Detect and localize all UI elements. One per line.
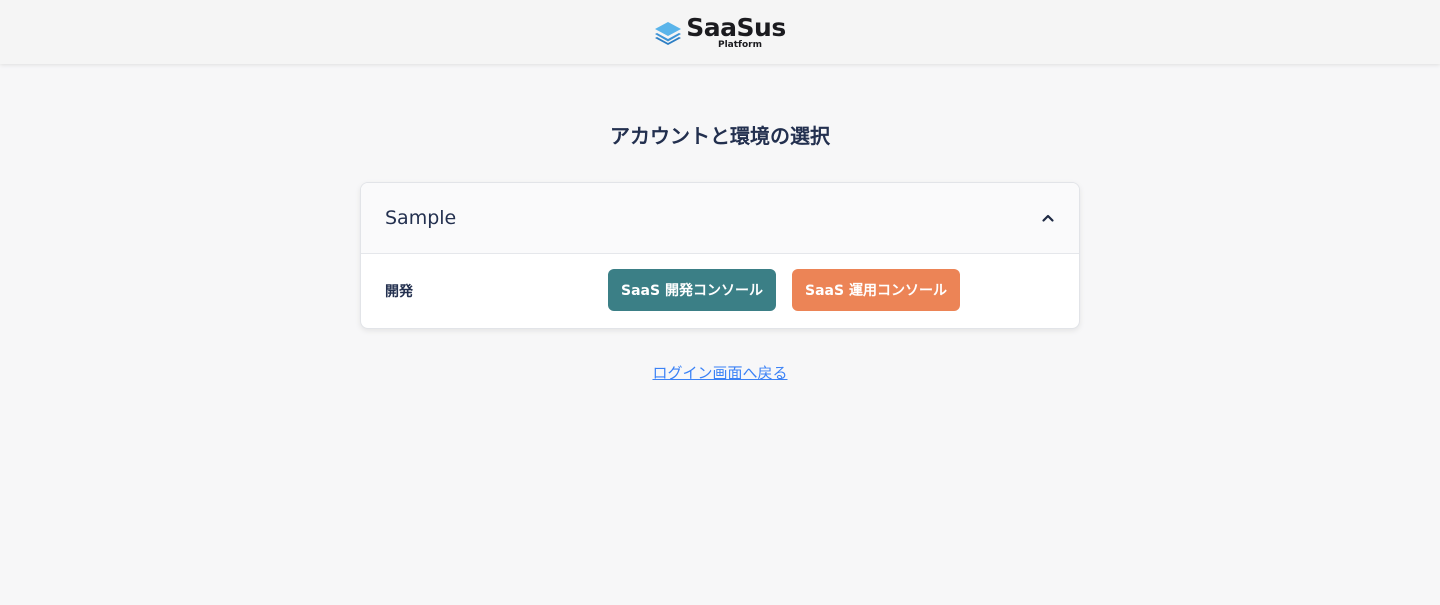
layers-icon: [655, 22, 682, 45]
saasus-logo: SaaSus Platform: [654, 12, 786, 50]
back-to-login-link[interactable]: ログイン画面へ戻る: [652, 364, 787, 382]
ops-console-button[interactable]: SaaS 運用コンソール: [792, 269, 960, 311]
dev-console-button[interactable]: SaaS 開発コンソール: [608, 269, 776, 311]
app-header: SaaSus Platform: [0, 0, 1440, 64]
chevron-up-icon[interactable]: [1041, 211, 1055, 225]
back-link-container: ログイン画面へ戻る: [0, 362, 1440, 383]
page-title: アカウントと環境の選択: [610, 124, 830, 148]
logo-subtitle: Platform: [718, 39, 762, 50]
environment-row: 開発 SaaS 開発コンソール SaaS 運用コンソール: [361, 254, 1079, 328]
logo-wordmark: SaaSus: [686, 12, 786, 42]
account-name: Sample: [385, 207, 457, 229]
environment-label: 開発: [385, 284, 413, 300]
account-accordion-header[interactable]: Sample: [361, 183, 1079, 254]
account-card: Sample 開発 SaaS 開発コンソール SaaS 運用コンソール: [360, 182, 1080, 329]
logo-text: SaaSus Platform: [686, 12, 786, 50]
